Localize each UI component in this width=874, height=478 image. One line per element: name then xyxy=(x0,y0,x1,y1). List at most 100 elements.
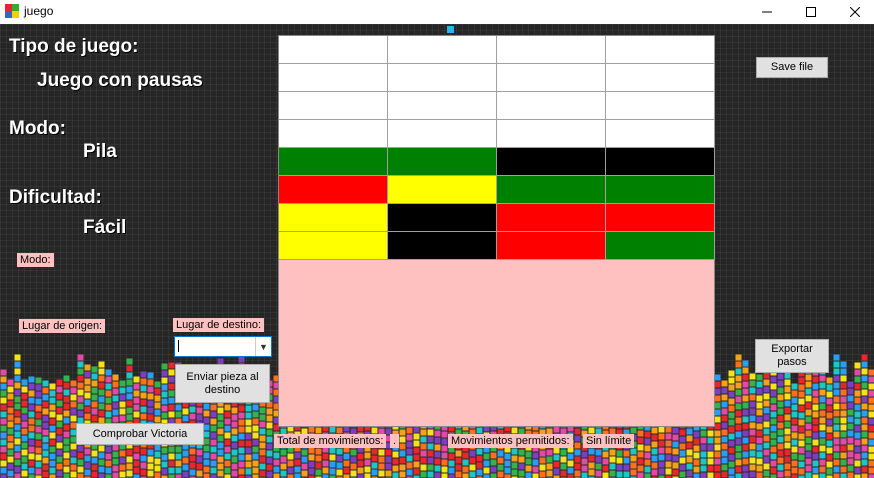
brick xyxy=(413,426,420,433)
brick xyxy=(182,471,189,478)
board-cell[interactable] xyxy=(279,92,388,120)
brick xyxy=(588,448,595,455)
brick xyxy=(210,474,217,478)
board-cell[interactable] xyxy=(279,204,388,232)
board-cell[interactable] xyxy=(497,232,606,260)
brick xyxy=(84,469,91,476)
brick xyxy=(112,472,119,478)
board-cell[interactable] xyxy=(388,36,497,64)
board-cell[interactable] xyxy=(388,232,497,260)
board-cell[interactable] xyxy=(279,120,388,148)
save-file-button[interactable]: Save file xyxy=(756,57,828,78)
brick xyxy=(252,432,259,439)
brick xyxy=(833,417,840,424)
comprobar-victoria-button[interactable]: Comprobar Victoria xyxy=(76,423,204,445)
brick xyxy=(756,458,763,465)
brick xyxy=(245,412,252,419)
brick xyxy=(322,460,329,467)
brick xyxy=(154,472,161,478)
brick xyxy=(28,474,35,478)
board-cell[interactable] xyxy=(388,204,497,232)
brick xyxy=(98,375,105,382)
brick xyxy=(217,470,224,477)
board-cell[interactable] xyxy=(279,148,388,176)
brick xyxy=(840,403,847,410)
brick xyxy=(854,474,861,478)
brick xyxy=(847,444,854,451)
enviar-pieza-button[interactable]: Enviar pieza al destino xyxy=(175,364,270,403)
board-cell[interactable] xyxy=(497,176,606,204)
board-cell[interactable] xyxy=(497,92,606,120)
board-cell[interactable] xyxy=(497,148,606,176)
maximize-button[interactable] xyxy=(788,0,834,24)
brick xyxy=(609,470,616,477)
brick xyxy=(756,402,763,409)
brick xyxy=(819,445,826,452)
brick xyxy=(217,442,224,449)
brick xyxy=(98,410,105,417)
brick xyxy=(735,375,742,382)
brick xyxy=(42,471,49,478)
brick xyxy=(0,397,7,404)
chevron-down-icon[interactable]: ▼ xyxy=(255,337,271,356)
brick xyxy=(742,458,749,465)
board-cell[interactable] xyxy=(497,36,606,64)
board-cell[interactable] xyxy=(388,92,497,120)
board-cell[interactable] xyxy=(606,120,715,148)
brick xyxy=(308,454,315,461)
minimize-button[interactable] xyxy=(744,0,790,24)
brick xyxy=(833,361,840,368)
board-cell[interactable] xyxy=(388,64,497,92)
brick xyxy=(399,464,406,471)
brick xyxy=(168,369,175,376)
board-cell[interactable] xyxy=(606,204,715,232)
board-cell[interactable] xyxy=(606,232,715,260)
brick xyxy=(672,427,679,434)
brick xyxy=(427,471,434,478)
brick xyxy=(49,453,56,460)
board-cell[interactable] xyxy=(606,176,715,204)
brick xyxy=(7,407,14,414)
board-cell[interactable] xyxy=(497,120,606,148)
brick xyxy=(35,454,42,461)
board-cell[interactable] xyxy=(388,148,497,176)
brick xyxy=(105,467,112,474)
brick xyxy=(448,467,455,474)
brick xyxy=(0,425,7,432)
board-cell[interactable] xyxy=(279,176,388,204)
brick xyxy=(560,463,567,470)
brick xyxy=(735,417,742,424)
brick xyxy=(399,429,406,436)
brick xyxy=(777,422,784,429)
board-cell[interactable] xyxy=(606,148,715,176)
brick xyxy=(476,448,483,455)
brick xyxy=(854,432,861,439)
board-cell[interactable] xyxy=(497,204,606,232)
board-cell[interactable] xyxy=(388,176,497,204)
board-cell[interactable] xyxy=(279,64,388,92)
board-cell[interactable] xyxy=(279,36,388,64)
brick xyxy=(840,417,847,424)
brick xyxy=(770,418,777,425)
brick xyxy=(406,448,413,455)
exportar-pasos-button[interactable]: Exportar pasos xyxy=(755,339,829,373)
brick xyxy=(175,404,182,411)
board-cell[interactable] xyxy=(388,120,497,148)
board-cell[interactable] xyxy=(279,232,388,260)
brick xyxy=(791,453,798,460)
brick xyxy=(14,417,21,424)
board-cell[interactable] xyxy=(606,36,715,64)
brick xyxy=(35,384,42,391)
brick xyxy=(805,409,812,416)
board-cell[interactable] xyxy=(606,64,715,92)
brick xyxy=(455,457,462,464)
destino-combobox[interactable]: ▼ xyxy=(174,336,272,357)
board-cell[interactable] xyxy=(606,92,715,120)
brick xyxy=(161,461,168,468)
board-cell[interactable] xyxy=(497,64,606,92)
brick xyxy=(133,376,140,383)
brick xyxy=(357,460,364,467)
brick xyxy=(623,464,630,471)
brick xyxy=(784,372,791,379)
close-button[interactable] xyxy=(832,0,874,24)
